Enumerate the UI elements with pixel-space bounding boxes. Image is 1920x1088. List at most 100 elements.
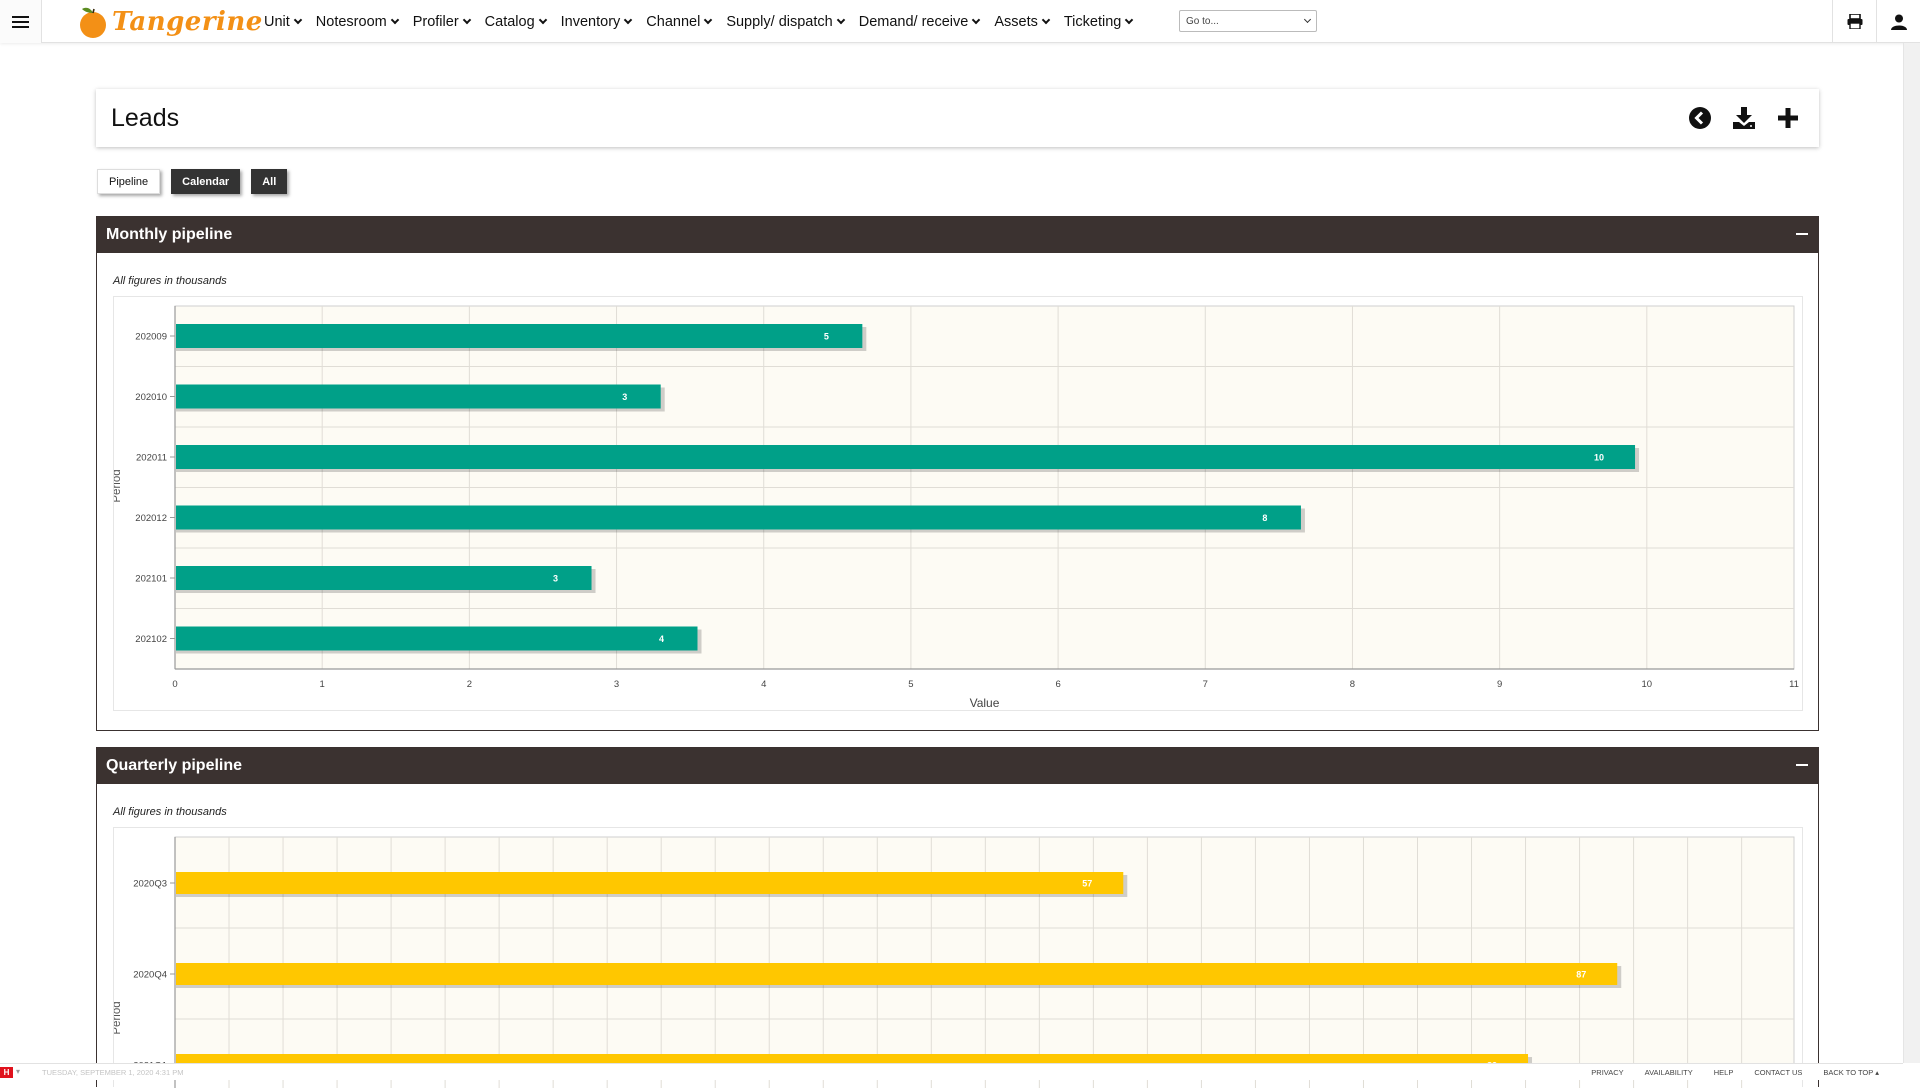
bar xyxy=(176,505,1301,530)
nav-item-catalog[interactable]: Catalog xyxy=(484,13,547,30)
footer-link[interactable]: Availability xyxy=(1645,1068,1693,1077)
x-tick-label: 2 xyxy=(467,679,472,690)
print-button[interactable] xyxy=(1832,0,1876,43)
nav-item-label: Channel xyxy=(646,13,701,30)
chevron-down-icon xyxy=(1125,15,1134,24)
nav-item-label: Supply/ dispatch xyxy=(726,13,833,30)
y-axis-title: Period xyxy=(114,1001,123,1034)
footer-link[interactable]: Help xyxy=(1714,1068,1734,1077)
chevron-down-icon xyxy=(1041,15,1051,24)
quarterly-bar-chart: 2020Q3572020Q4872021Q182Period xyxy=(114,836,1795,1088)
data-label: 10 xyxy=(1594,453,1604,463)
nav-item-supply-dispatch[interactable]: Supply/ dispatch xyxy=(726,13,845,30)
brand-name: Tangerine xyxy=(112,7,263,37)
panel-title: Quarterly pipeline xyxy=(106,757,243,774)
bar xyxy=(176,384,661,409)
nav-item-profiler[interactable]: Profiler xyxy=(412,13,471,30)
view-filters: Pipeline Calendar All xyxy=(97,169,288,194)
panel-title: Monthly pipeline xyxy=(106,226,233,243)
monthly-bar-chart: 202009 5202010 3202011 10202012 8202101 32021… xyxy=(114,305,1799,710)
nav-item-unit[interactable]: Unit xyxy=(264,13,303,30)
filter-all-button[interactable]: All xyxy=(251,169,288,194)
data-label: 57 xyxy=(1082,879,1092,889)
chevron-down-icon xyxy=(624,15,633,24)
bar xyxy=(176,566,592,590)
monthly-pipeline-panel: Monthly pipeline All figures in thousand… xyxy=(96,216,1819,731)
back-icon xyxy=(1689,107,1711,129)
chevron-down-icon xyxy=(462,15,471,24)
nav-item-assets[interactable]: Assets xyxy=(994,13,1051,30)
print-icon xyxy=(1847,14,1862,29)
y-tick-label: 202012 xyxy=(135,513,167,524)
monthly-chart: 202009 5 202010 3 202011 10 202012 8 202101 3 2021… xyxy=(113,296,1803,711)
goto-select[interactable]: Go to... xyxy=(1179,10,1317,32)
x-tick-label: 7 xyxy=(1203,679,1208,690)
add-button[interactable] xyxy=(1775,105,1801,131)
collapse-icon[interactable] xyxy=(1796,233,1808,235)
footer-link[interactable]: Back to top ▴ xyxy=(1823,1068,1879,1077)
x-tick-label: 5 xyxy=(908,679,913,690)
nav-item-label: Notesroom xyxy=(315,13,387,30)
nav-item-label: Inventory xyxy=(560,13,621,30)
y-tick-label: 202101 xyxy=(135,574,167,585)
y-tick-label: 202102 xyxy=(135,634,167,645)
nav-item-label: Demand/ receive xyxy=(858,13,969,30)
footer: H ▾ Tuesday, September 1, 2020 4:31 PM P… xyxy=(0,1063,1903,1080)
chevron-down-icon xyxy=(836,15,845,24)
bar xyxy=(176,872,1124,894)
menu-icon[interactable] xyxy=(0,0,42,43)
main-menu: Unit Notesroom Profiler Catalog Inventory Cha… xyxy=(264,0,1147,43)
y-tick-label: 2020Q4 xyxy=(133,970,167,981)
x-tick-label: 1 xyxy=(320,679,325,690)
chevron-down-icon xyxy=(390,15,399,24)
footer-toggle[interactable]: ▾ xyxy=(16,1067,20,1076)
filter-calendar-button[interactable]: Calendar xyxy=(171,169,241,194)
flag-icon[interactable]: H xyxy=(0,1067,13,1078)
y-tick-label: 202010 xyxy=(135,392,167,403)
filter-pipeline-button[interactable]: Pipeline xyxy=(97,169,161,194)
download-button[interactable] xyxy=(1731,105,1757,131)
top-navbar: Tangerine Unit Notesroom Profiler Catalog In… xyxy=(0,0,1920,43)
brand-logo[interactable]: Tangerine xyxy=(76,4,263,40)
footer-links: Privacy Availability Help Contact us Back to… xyxy=(1570,1068,1903,1077)
collapse-icon[interactable] xyxy=(1796,764,1808,766)
tangerine-icon xyxy=(76,5,110,39)
chevron-down-icon xyxy=(1303,15,1312,24)
bar xyxy=(176,324,863,348)
y-tick-label: 202011 xyxy=(136,453,167,464)
bar xyxy=(176,963,1618,985)
x-axis-title: Value xyxy=(970,696,1000,710)
footer-date: Tuesday, September 1, 2020 4:31 PM xyxy=(42,1068,184,1077)
nav-item-label: Profiler xyxy=(412,13,459,30)
plot-area xyxy=(174,836,1795,1068)
data-label: 87 xyxy=(1576,970,1586,980)
x-tick-label: 6 xyxy=(1055,679,1060,690)
data-label: 3 xyxy=(553,574,558,584)
x-tick-label: 3 xyxy=(614,679,619,690)
user-button[interactable] xyxy=(1876,0,1920,43)
quarterly-chart: 2020Q3572020Q4872021Q182Period xyxy=(113,827,1803,1088)
data-label: 5 xyxy=(824,332,829,342)
panel-header: Quarterly pipeline xyxy=(97,748,1818,784)
nav-item-label: Assets xyxy=(994,13,1038,30)
nav-item-channel[interactable]: Channel xyxy=(646,13,713,30)
x-tick-label: 11 xyxy=(1789,679,1799,690)
x-tick-label: 8 xyxy=(1350,679,1355,690)
nav-item-label: Catalog xyxy=(484,13,535,30)
panel-header: Monthly pipeline xyxy=(97,217,1818,253)
x-tick-label: 0 xyxy=(172,679,177,690)
scrollbar[interactable] xyxy=(1903,43,1920,1063)
footer-link[interactable]: Privacy xyxy=(1591,1068,1623,1077)
nav-item-label: Unit xyxy=(264,13,290,30)
download-icon xyxy=(1733,107,1755,129)
nav-item-inventory[interactable]: Inventory xyxy=(560,13,633,30)
x-tick-label: 10 xyxy=(1642,679,1653,690)
nav-item-demand-receive[interactable]: Demand/ receive xyxy=(858,13,981,30)
goto-placeholder: Go to... xyxy=(1186,15,1219,27)
bar xyxy=(176,445,1636,469)
nav-item-notesroom[interactable]: Notesroom xyxy=(315,13,399,30)
footer-link[interactable]: Contact us xyxy=(1754,1068,1802,1077)
nav-item-ticketing[interactable]: Ticketing xyxy=(1064,14,1134,30)
data-label: 8 xyxy=(1262,513,1267,523)
back-button[interactable] xyxy=(1687,105,1713,131)
